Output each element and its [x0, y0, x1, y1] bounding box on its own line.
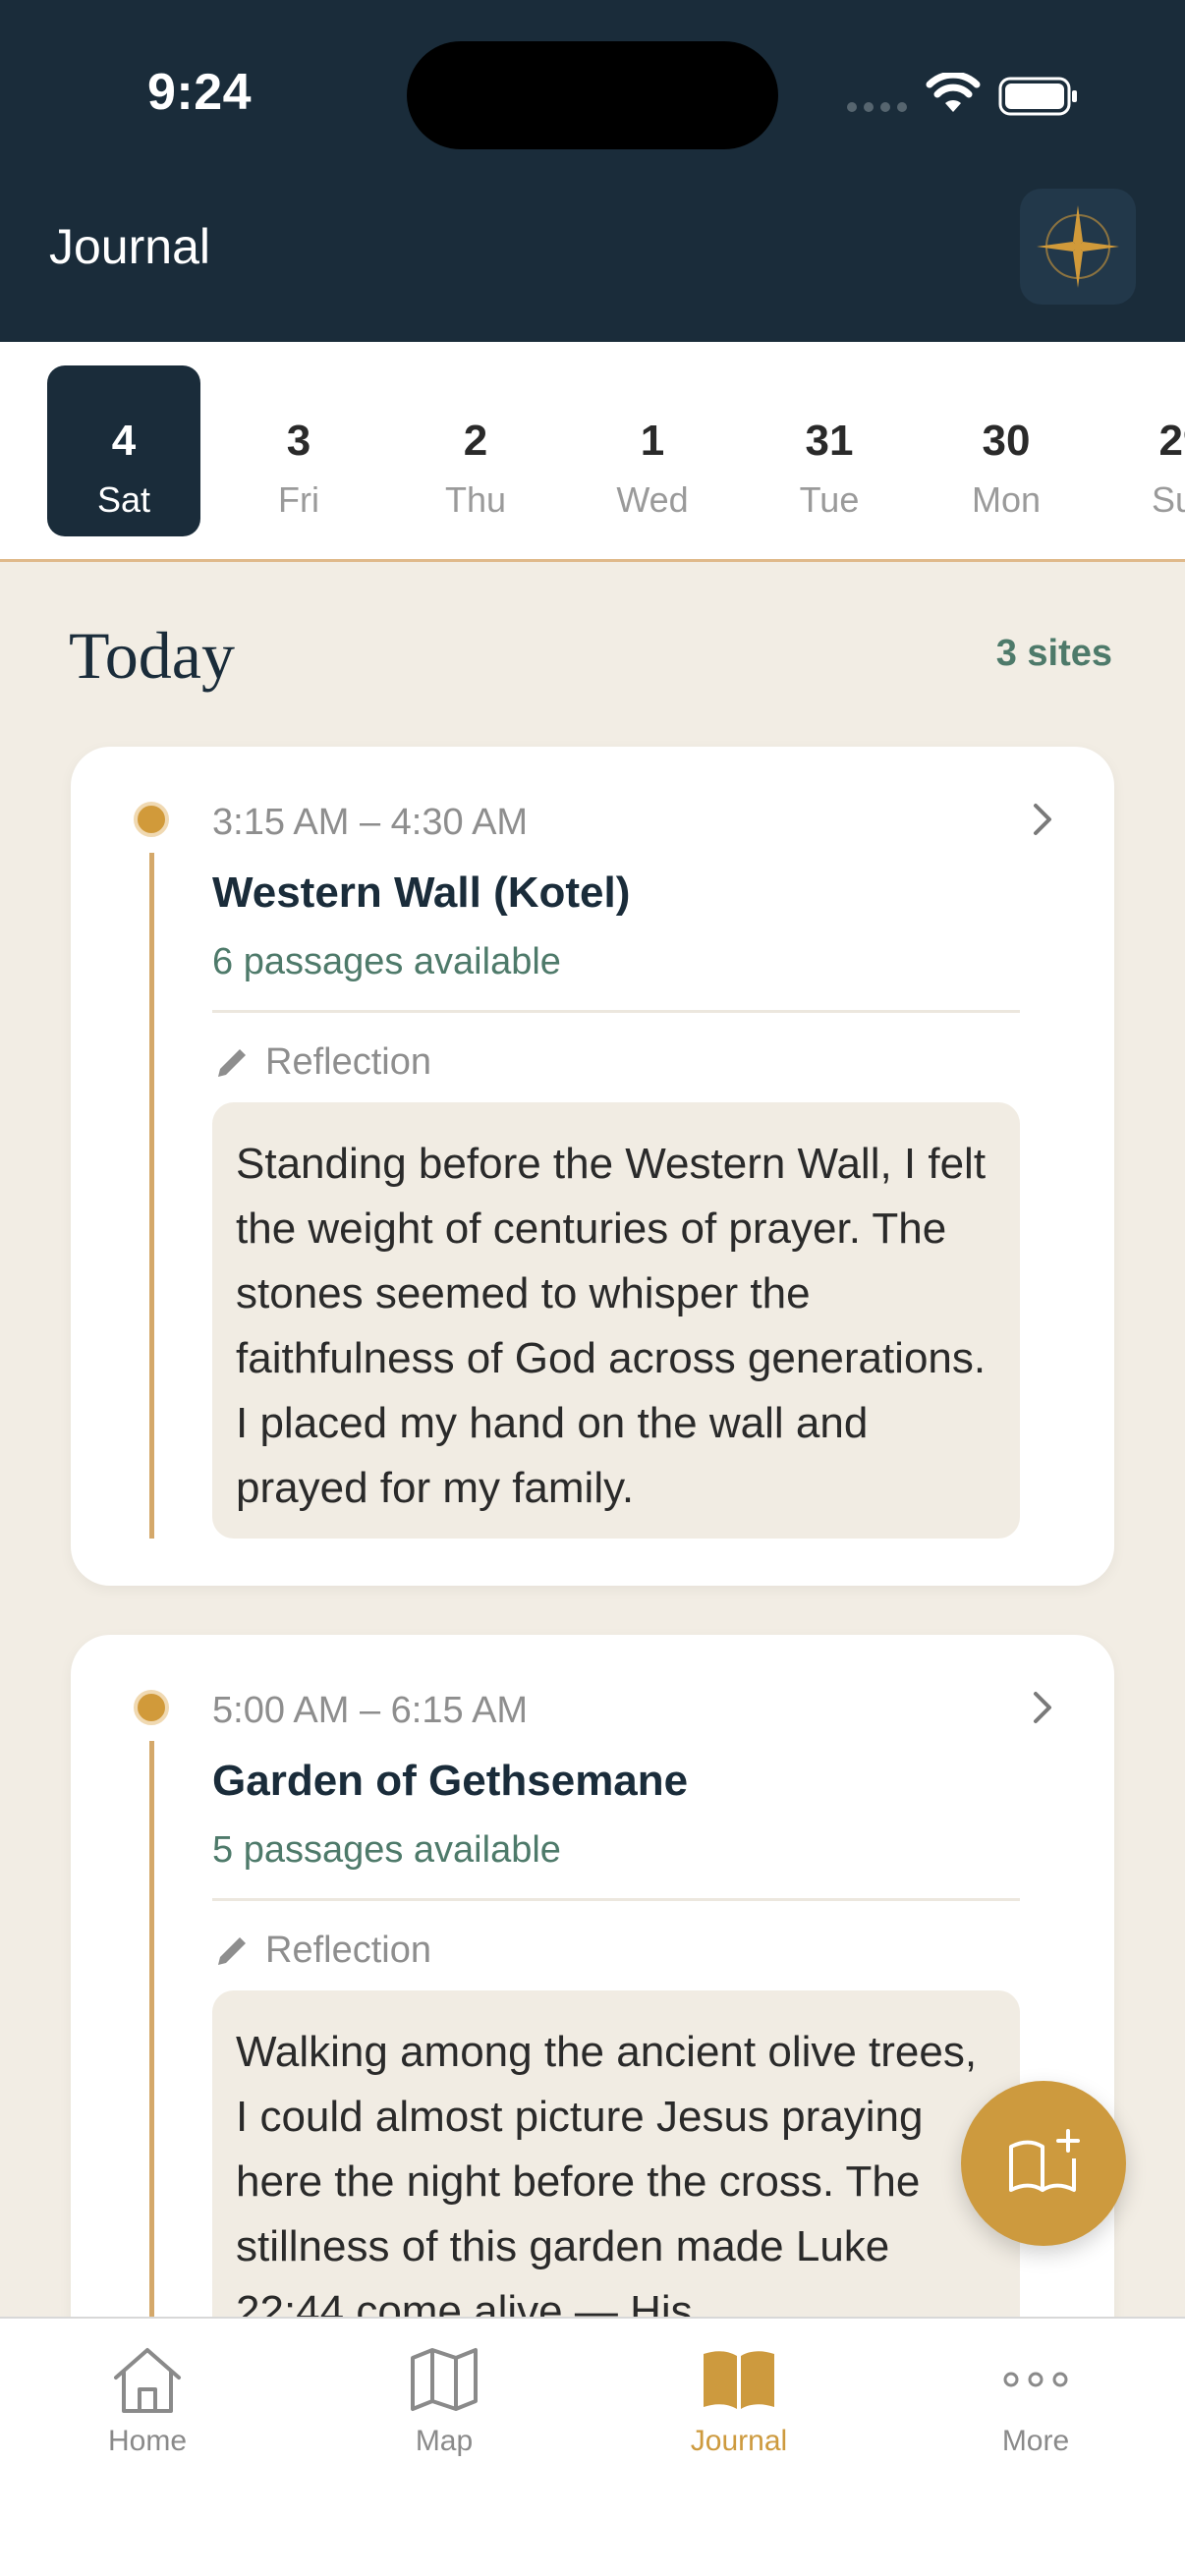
compass-icon [1037, 205, 1119, 288]
date-item-sun-29[interactable]: 29 Sun [1106, 365, 1185, 536]
tab-map[interactable]: Map [346, 2340, 542, 2468]
date-item-sat-4[interactable]: 4 Sat [47, 365, 200, 536]
page-title: Journal [49, 219, 210, 274]
tab-journal[interactable]: Journal [641, 2340, 837, 2468]
passages-available[interactable]: 5 passages available [212, 1829, 561, 1872]
more-dots-icon [1003, 2372, 1068, 2387]
status-time: 9:24 [147, 64, 253, 121]
divider [212, 1898, 1020, 1901]
date-weekday: Sun [1151, 479, 1185, 520]
timeline-line [149, 853, 154, 1539]
date-weekday: Wed [616, 479, 689, 520]
journal-entry-card[interactable]: 3:15 AM – 4:30 AM Western Wall (Kotel) 6… [71, 747, 1114, 1586]
tab-home[interactable]: Home [49, 2340, 246, 2468]
timeline-dot [134, 1690, 169, 1725]
date-number: 4 [111, 417, 137, 465]
app-header: 9:24 Journal [0, 0, 1185, 342]
tab-label: More [1001, 2425, 1070, 2457]
battery-icon [998, 77, 1077, 116]
reflection-label: Reflection [265, 1930, 431, 1971]
date-weekday: Tue [799, 479, 860, 520]
divider [212, 1010, 1020, 1013]
date-item-tue-31[interactable]: 31 Tue [753, 365, 906, 536]
book-icon [704, 2351, 774, 2409]
pencil-icon [218, 1048, 246, 1077]
date-weekday: Sat [96, 479, 151, 520]
wifi-icon [926, 73, 981, 112]
date-item-thu-2[interactable]: 2 Thu [399, 365, 552, 536]
date-item-wed-1[interactable]: 1 Wed [576, 365, 729, 536]
date-strip: 4 Sat 3 Fri 2 Thu 1 Wed 31 Tue 30 Mon 29… [0, 342, 1185, 562]
passages-available[interactable]: 6 passages available [212, 941, 561, 983]
tab-label: Home [107, 2425, 188, 2457]
tab-bar: Home Map Journal More [0, 2317, 1185, 2576]
date-number: 2 [463, 417, 488, 465]
date-number: 29 [1158, 417, 1185, 465]
date-weekday: Thu [444, 479, 507, 520]
date-weekday: Mon [971, 479, 1042, 520]
map-icon [411, 2348, 478, 2411]
cellular-signal-icon [847, 102, 907, 112]
tab-more[interactable]: More [937, 2340, 1134, 2468]
entry-time: 5:00 AM – 6:15 AM [212, 1690, 529, 1731]
date-number: 30 [982, 417, 1031, 465]
section-title: Today [69, 618, 235, 693]
tab-label: Journal [690, 2425, 788, 2457]
site-name: Garden of Gethsemane [212, 1757, 689, 1805]
compass-button[interactable] [1020, 189, 1136, 305]
date-weekday: Fri [278, 479, 319, 520]
chevron-right-icon[interactable] [1030, 800, 1057, 839]
entry-time: 3:15 AM – 4:30 AM [212, 802, 529, 843]
reflection-header: Reflection [212, 1041, 431, 1084]
date-number: 31 [805, 417, 854, 465]
house-icon [114, 2348, 181, 2413]
reflection-label: Reflection [265, 1041, 431, 1083]
timeline-dot [134, 802, 169, 837]
date-number: 3 [286, 417, 311, 465]
book-plus-icon [1009, 2129, 1080, 2192]
tab-label: Map [415, 2425, 474, 2457]
site-count: 3 sites [995, 633, 1112, 674]
chevron-right-icon[interactable] [1030, 1688, 1057, 1727]
reflection-text[interactable]: Standing before the Western Wall, I felt… [212, 1102, 1020, 1539]
reflection-header: Reflection [212, 1930, 431, 1972]
site-name: Western Wall (Kotel) [212, 868, 631, 917]
date-item-fri-3[interactable]: 3 Fri [222, 365, 375, 536]
pencil-icon [218, 1936, 246, 1965]
date-number: 1 [640, 417, 665, 465]
dynamic-island [407, 41, 778, 149]
add-journal-entry-button[interactable] [961, 2081, 1126, 2246]
date-item-mon-30[interactable]: 30 Mon [930, 365, 1083, 536]
